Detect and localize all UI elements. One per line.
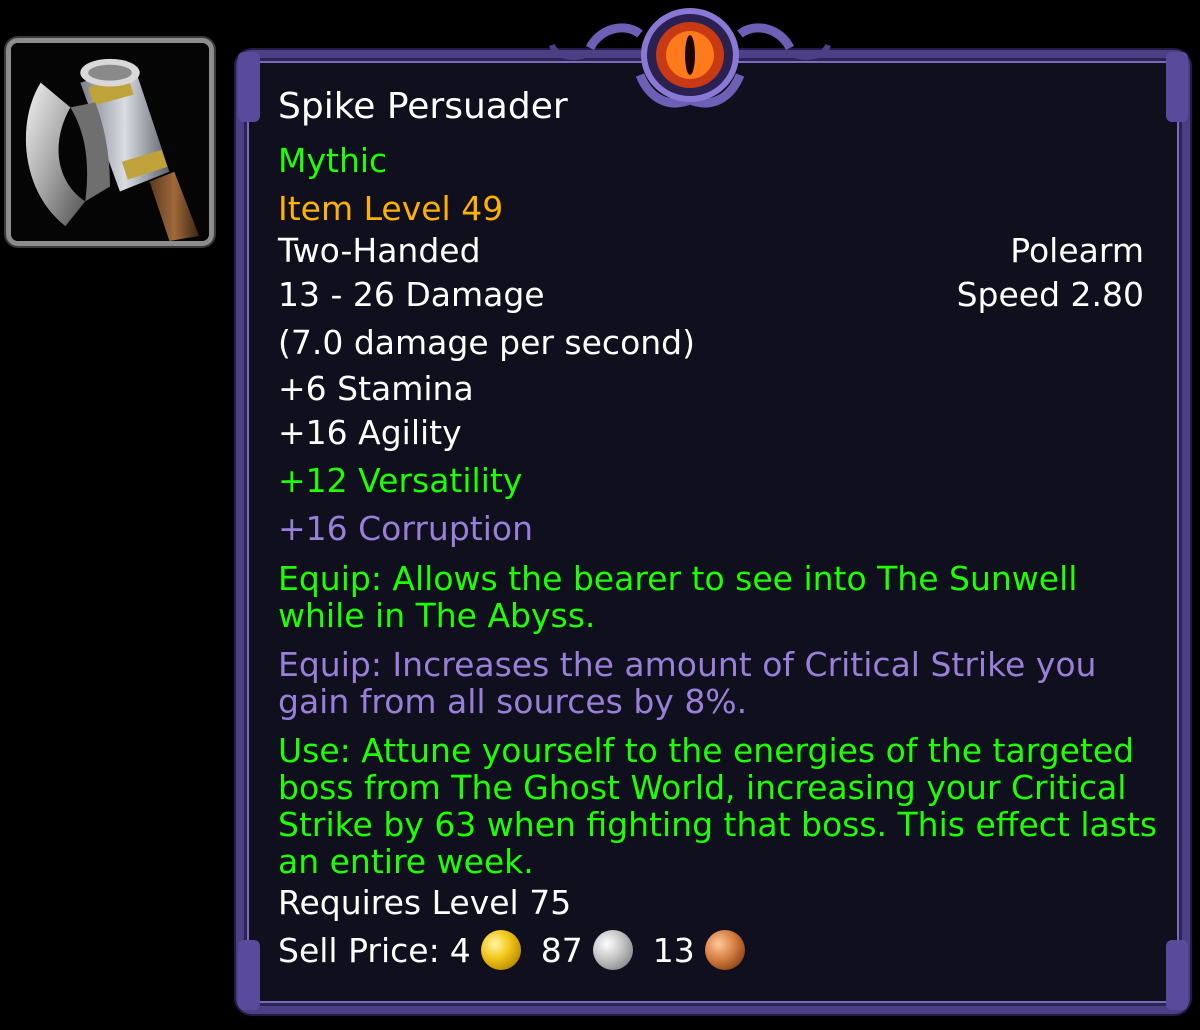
gold-amount: 4 [449,930,471,970]
stat-corruption: +16 Corruption [278,509,533,548]
item-icon-frame [6,38,214,246]
stat-stamina: +6 Stamina [278,369,474,408]
item-level: Item Level 49 [278,189,504,228]
use-effect: Use: Attune yourself to the energies of … [278,731,1158,881]
polearm-axe-icon [11,43,209,241]
item-slot: Two-Handed [278,231,481,270]
sell-price: Sell Price: 4 87 13 [278,930,765,970]
item-name: Spike Persuader [278,86,568,127]
gold-coin-icon [480,930,521,970]
copper-amount: 13 [652,930,695,970]
requires-level: Requires Level 75 [278,883,572,922]
item-dps: (7.0 damage per second) [278,323,695,362]
item-damage: 13 - 26 Damage [278,275,545,314]
stat-versatility: +12 Versatility [278,461,523,500]
item-difficulty: Mythic [278,141,388,180]
item-speed: Speed 2.80 [956,275,1144,314]
copper-coin-icon [704,930,745,970]
equip-effect-2: Equip: Increases the amount of Critical … [278,645,1097,721]
item-type: Polearm [1010,231,1144,270]
silver-amount: 87 [540,930,583,970]
stat-agility: +16 Agility [278,413,462,452]
equip-effect-1: Equip: Allows the bearer to see into The… [278,559,1078,635]
sell-price-label: Sell Price: [278,930,440,970]
silver-coin-icon [592,930,633,970]
